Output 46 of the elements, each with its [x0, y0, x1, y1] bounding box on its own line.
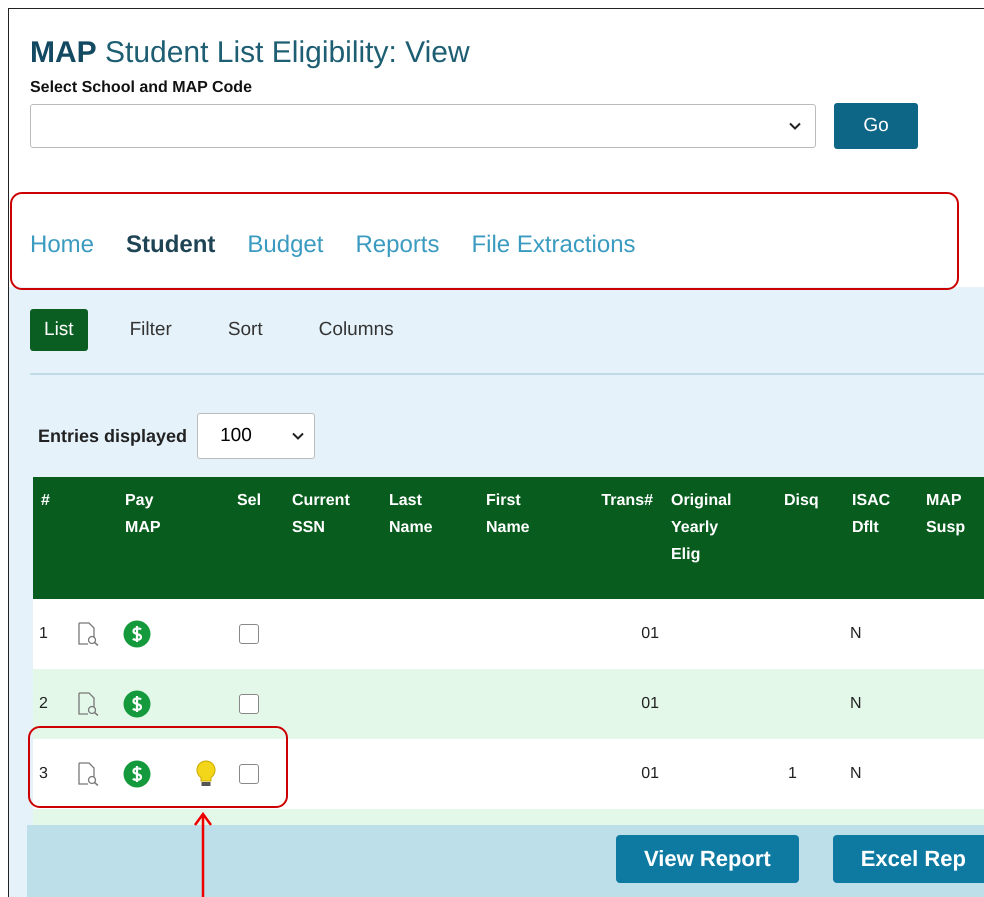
table-cell-text: N	[849, 695, 863, 713]
row-number: 2	[38, 695, 49, 713]
report-button[interactable]: Excel Rep	[832, 835, 984, 883]
school-select[interactable]	[30, 104, 816, 148]
dollar-icon[interactable]	[123, 620, 151, 648]
column-header: #	[40, 491, 51, 511]
column-header: First Name	[485, 491, 531, 538]
dollar-icon[interactable]	[123, 690, 151, 718]
column-header: Current SSN	[291, 491, 351, 538]
sub-tab[interactable]: Columns	[304, 309, 408, 351]
sub-tab[interactable]: Filter	[116, 309, 186, 351]
column-header: MAP Susp	[925, 491, 966, 538]
document-search-icon[interactable]	[77, 622, 99, 646]
page-title: Student List Eligibility: View	[105, 36, 470, 69]
column-header: Sel	[236, 491, 262, 511]
column-header: ISAC Dflt	[851, 491, 892, 538]
table-cell-text: N	[849, 765, 863, 783]
table-cell-text: N	[849, 625, 863, 643]
go-button[interactable]: Go	[834, 103, 918, 149]
dollar-icon[interactable]	[123, 760, 151, 788]
column-header: Original Yearly Elig	[670, 491, 732, 565]
report-button[interactable]: View Report	[616, 835, 799, 883]
row-number: 3	[38, 765, 49, 783]
column-header: Trans#	[600, 491, 654, 511]
table-cell-text: 01	[640, 695, 660, 713]
document-search-icon[interactable]	[77, 762, 99, 786]
checkbox[interactable]	[239, 764, 259, 784]
entries-label: Entries displayed	[38, 426, 188, 446]
brand-name: MAP	[30, 36, 97, 69]
row-number: 1	[38, 625, 49, 643]
table-cell-text: 01	[640, 625, 660, 643]
entries-select[interactable]: 100	[197, 413, 316, 459]
field-label: Select School and MAP Code	[30, 79, 253, 97]
checkbox[interactable]	[239, 694, 259, 714]
column-header: Pay MAP	[124, 491, 162, 538]
column-header: Disq	[783, 491, 820, 511]
table-cell: 1	[788, 765, 797, 783]
chevron-down-icon	[292, 432, 304, 440]
column-header: Last Name	[388, 491, 434, 538]
checkbox[interactable]	[239, 624, 259, 644]
table-cell-text: 01	[640, 765, 660, 783]
nav-tab[interactable]: Student	[126, 225, 226, 265]
chevron-down-icon	[789, 122, 801, 130]
sub-tab[interactable]: List	[30, 309, 88, 351]
sub-tab[interactable]: Sort	[214, 309, 277, 351]
document-search-icon[interactable]	[77, 692, 99, 716]
